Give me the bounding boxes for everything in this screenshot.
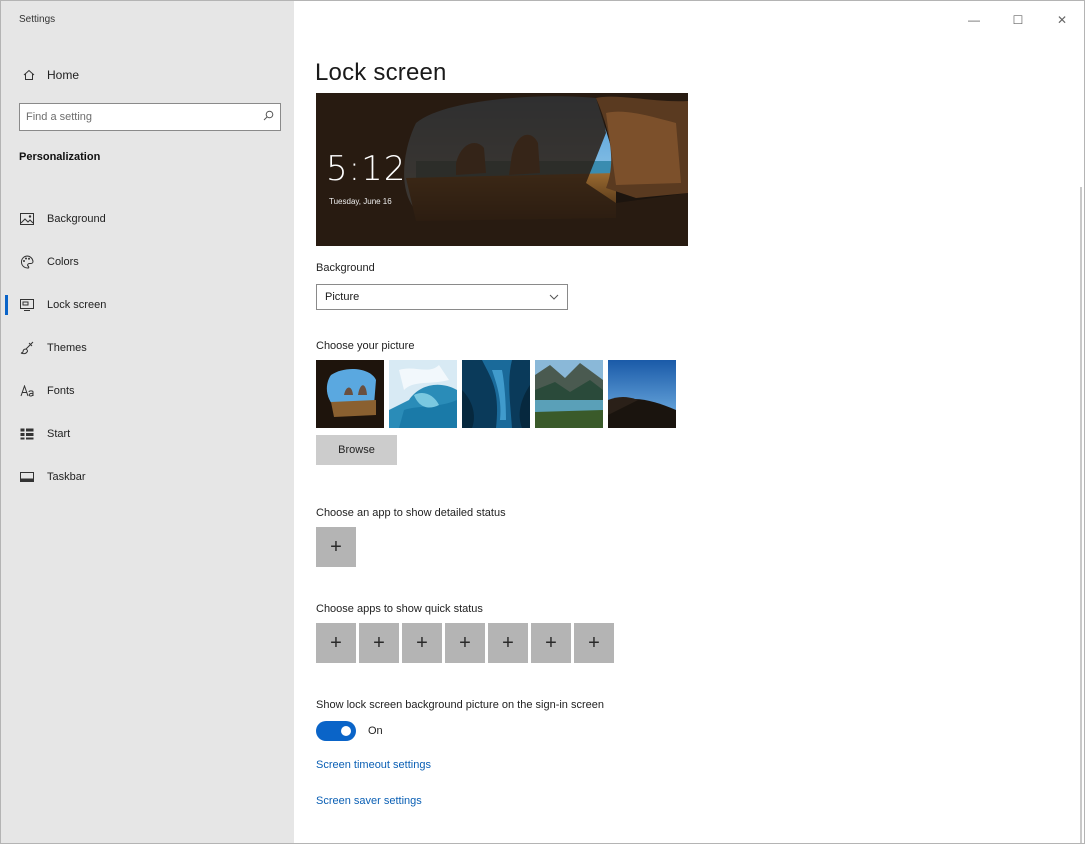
picture-thumbnail[interactable] (535, 360, 603, 428)
add-detailed-status-app-button[interactable]: + (316, 527, 356, 567)
show-background-on-signin-label: Show lock screen background picture on t… (316, 699, 604, 711)
sidebar-item-label: Fonts (47, 384, 75, 397)
section-title: Personalization (19, 151, 101, 163)
preview-date: Tuesday, June 16 (329, 197, 392, 206)
toggle-state-label: On (368, 725, 383, 737)
sidebar: Settings Home Personalization Background (1, 1, 294, 843)
add-quick-status-app-button[interactable]: + (316, 623, 356, 663)
sidebar-item-fonts[interactable]: Fonts (1, 369, 294, 412)
add-quick-status-app-button[interactable]: + (531, 623, 571, 663)
search-input[interactable] (26, 111, 263, 123)
sidebar-item-label: Start (47, 427, 71, 440)
picture-thumbnail[interactable] (316, 360, 384, 428)
sidebar-item-themes[interactable]: Themes (1, 326, 294, 369)
sidebar-nav: Background Colors Lock screen Themes Fon… (1, 197, 294, 498)
lock-screen-icon (19, 297, 35, 313)
settings-window: Settings Home Personalization Background (0, 0, 1085, 844)
brush-icon (19, 340, 35, 356)
home-label: Home (47, 68, 80, 82)
add-quick-status-app-button[interactable]: + (402, 623, 442, 663)
search-box[interactable] (19, 103, 281, 131)
sidebar-item-taskbar[interactable]: Taskbar (1, 455, 294, 498)
signin-background-toggle[interactable] (316, 721, 356, 741)
add-quick-status-app-button[interactable]: + (574, 623, 614, 663)
detailed-status-label: Choose an app to show detailed status (316, 507, 506, 519)
image-icon (19, 211, 35, 227)
sidebar-item-label: Themes (47, 341, 87, 354)
plus-icon: + (459, 631, 471, 654)
quick-status-apps: + + + + + + + (316, 623, 614, 663)
plus-icon: + (330, 631, 342, 654)
app-title: Settings (19, 14, 56, 25)
page-title: Lock screen (315, 59, 447, 86)
picture-thumbnail[interactable] (389, 360, 457, 428)
plus-icon: + (502, 631, 514, 654)
add-quick-status-app-button[interactable]: + (445, 623, 485, 663)
add-quick-status-app-button[interactable]: + (488, 623, 528, 663)
sidebar-item-start[interactable]: Start (1, 412, 294, 455)
plus-icon: + (330, 535, 342, 558)
sidebar-item-label: Lock screen (47, 298, 107, 311)
plus-icon: + (373, 631, 385, 654)
choose-picture-label: Choose your picture (316, 340, 415, 352)
lock-screen-preview: 5:12 Tuesday, June 16 (316, 93, 688, 246)
sidebar-item-label: Colors (47, 255, 79, 268)
picture-thumbnail[interactable] (462, 360, 530, 428)
sidebar-item-background[interactable]: Background (1, 197, 294, 240)
add-quick-status-app-button[interactable]: + (359, 623, 399, 663)
picture-thumbnail[interactable] (608, 360, 676, 428)
scrollbar[interactable] (1080, 187, 1082, 843)
start-icon (19, 426, 35, 442)
picture-thumbnails (316, 360, 676, 428)
plus-icon: + (416, 631, 428, 654)
taskbar-icon (19, 469, 35, 485)
screen-timeout-settings-link[interactable]: Screen timeout settings (316, 759, 431, 771)
background-dropdown[interactable]: Picture (316, 284, 568, 310)
home-nav-item[interactable]: Home (13, 63, 283, 87)
plus-icon: + (545, 631, 557, 654)
search-icon[interactable] (263, 108, 274, 126)
sidebar-item-label: Taskbar (47, 470, 86, 483)
sidebar-item-colors[interactable]: Colors (1, 240, 294, 283)
preview-time: 5:12 (326, 149, 407, 189)
toggle-knob (341, 726, 351, 736)
home-icon (17, 69, 41, 81)
sidebar-item-label: Background (47, 212, 106, 225)
palette-icon (19, 254, 35, 270)
background-label: Background (316, 262, 375, 274)
quick-status-label: Choose apps to show quick status (316, 603, 483, 615)
browse-button[interactable]: Browse (316, 435, 397, 465)
plus-icon: + (588, 631, 600, 654)
background-dropdown-value: Picture (325, 291, 360, 303)
font-icon (19, 383, 35, 399)
sidebar-item-lock-screen[interactable]: Lock screen (1, 283, 294, 326)
screen-saver-settings-link[interactable]: Screen saver settings (316, 795, 422, 807)
chevron-down-icon (549, 291, 559, 303)
signin-background-toggle-row: On (316, 721, 383, 741)
main-content: Lock screen 5:12 Tuesday, June 16 Backgr… (294, 1, 1084, 843)
